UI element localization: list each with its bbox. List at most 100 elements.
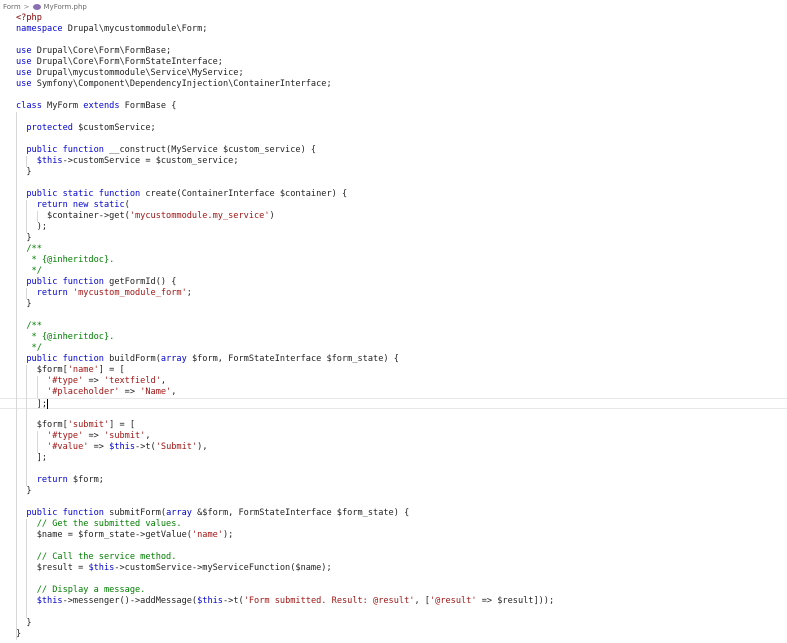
code-line[interactable]: use Drupal\mycustommodule\Service\MyServ…: [0, 68, 787, 79]
code-line[interactable]: return 'mycustom_module_form';: [0, 288, 787, 299]
code-line[interactable]: [0, 35, 787, 46]
code-line[interactable]: [0, 574, 787, 585]
code-line[interactable]: public function submitForm(array &$form,…: [0, 508, 787, 519]
code-line[interactable]: protected $customService;: [0, 123, 787, 134]
code-line-text: /**: [16, 321, 42, 332]
code-token: 'mycustom_module_form': [72, 288, 187, 298]
php-file-icon: [32, 3, 41, 10]
code-line[interactable]: // Display a message.: [0, 585, 787, 596]
code-line[interactable]: */: [0, 266, 787, 277]
code-line[interactable]: }: [0, 629, 787, 640]
code-token: =>: [83, 376, 104, 386]
code-token: 'name': [67, 365, 99, 375]
code-line[interactable]: );: [0, 222, 787, 233]
code-line[interactable]: }: [0, 299, 787, 310]
code-line[interactable]: // Call the service method.: [0, 552, 787, 563]
code-line[interactable]: public function getFormId() {: [0, 277, 787, 288]
code-line-text: <?php: [16, 13, 42, 24]
code-token: 'submit': [67, 420, 110, 430]
code-line[interactable]: }: [0, 167, 787, 178]
code-token: (: [124, 200, 130, 210]
code-token: ->t(: [135, 442, 156, 452]
code-line[interactable]: return new static(: [0, 200, 787, 211]
code-line[interactable]: use Drupal\Core\Form\FormBase;: [0, 46, 787, 57]
breadcrumb-file[interactable]: MyForm.php: [44, 3, 87, 11]
code-line[interactable]: '#value' => $this->t('Submit'),: [0, 442, 787, 453]
code-line[interactable]: /**: [0, 321, 787, 332]
code-line[interactable]: // Get the submitted values.: [0, 519, 787, 530]
code-line-text: }: [16, 618, 32, 629]
code-line[interactable]: $container->get('mycustommodule.my_servi…: [0, 211, 787, 222]
code-line[interactable]: $this->customService = $custom_service;: [0, 156, 787, 167]
code-line[interactable]: ];: [0, 453, 787, 464]
indent-guide: [26, 288, 28, 299]
code-token: '#placeholder': [47, 387, 120, 397]
code-token: ): [269, 211, 275, 221]
code-line[interactable]: [0, 112, 787, 123]
code-line[interactable]: ];: [0, 398, 787, 410]
code-line[interactable]: use Drupal\Core\Form\FormStateInterface;: [0, 57, 787, 68]
code-token: FormBase {: [119, 101, 177, 111]
code-line[interactable]: use Symfony\Component\DependencyInjectio…: [0, 79, 787, 90]
code-line[interactable]: [0, 541, 787, 552]
code-line[interactable]: }: [0, 233, 787, 244]
code-token: * {@inheritdoc}.: [16, 255, 115, 265]
code-line-text: public function getFormId() {: [16, 277, 176, 288]
code-line[interactable]: class MyForm extends FormBase {: [0, 101, 787, 112]
code-line[interactable]: [0, 134, 787, 145]
code-line[interactable]: $name = $form_state->getValue('name');: [0, 530, 787, 541]
code-line-text: $name = $form_state->getValue('name');: [16, 530, 234, 541]
code-line[interactable]: <?php: [0, 13, 787, 24]
breadcrumb-folder[interactable]: Form: [0, 3, 21, 11]
code-line[interactable]: $form['name'] = [: [0, 365, 787, 376]
code-line[interactable]: [0, 310, 787, 321]
code-line[interactable]: [0, 178, 787, 189]
code-line[interactable]: [0, 607, 787, 618]
code-line[interactable]: $form['submit'] = [: [0, 420, 787, 431]
indent-guide: [26, 519, 28, 618]
code-line[interactable]: public static function create(ContainerI…: [0, 189, 787, 200]
code-line-text: * {@inheritdoc}.: [16, 255, 115, 266]
code-token: use: [16, 46, 32, 56]
code-line[interactable]: [0, 497, 787, 508]
code-line[interactable]: '#placeholder' => 'Name',: [0, 387, 787, 398]
code-token: ,: [145, 431, 151, 441]
code-line[interactable]: namespace Drupal\mycustommodule\Form;: [0, 24, 787, 35]
code-token: }: [16, 233, 32, 243]
code-token: ->t(: [222, 596, 244, 606]
code-line[interactable]: */: [0, 343, 787, 354]
code-line[interactable]: $this->messenger()->addMessage($this->t(…: [0, 596, 787, 607]
text-cursor: [47, 399, 49, 409]
code-line[interactable]: public function __construct(MyService $c…: [0, 145, 787, 156]
code-line[interactable]: return $form;: [0, 475, 787, 486]
code-line[interactable]: '#type' => 'textfield',: [0, 376, 787, 387]
code-line[interactable]: [0, 90, 787, 101]
code-line-text: $this->messenger()->addMessage($this->t(…: [16, 596, 554, 607]
code-line-text: use Drupal\Core\Form\FormBase;: [16, 46, 171, 57]
code-line[interactable]: }: [0, 618, 787, 629]
code-line[interactable]: $result = $this->customService->myServic…: [0, 563, 787, 574]
code-editor[interactable]: <?php namespace Drupal\mycustommodule\For…: [0, 13, 787, 643]
code-token: $form[: [16, 420, 68, 430]
code-line[interactable]: * {@inheritdoc}.: [0, 332, 787, 343]
code-token: public function: [16, 145, 104, 155]
code-token: ->messenger()->addMessage(: [62, 596, 198, 606]
code-line[interactable]: }: [0, 486, 787, 497]
code-line-text: // Get the submitted values.: [16, 519, 182, 530]
code-token: =>: [119, 387, 141, 397]
code-line[interactable]: * {@inheritdoc}.: [0, 255, 787, 266]
code-token: ] = [: [109, 420, 136, 430]
code-line[interactable]: /**: [0, 244, 787, 255]
code-token: &$form, FormStateInterface $form_state) …: [191, 508, 410, 518]
code-token: MyForm: [41, 101, 84, 111]
code-line[interactable]: [0, 464, 787, 475]
code-line[interactable]: [0, 409, 787, 420]
code-token: extends: [83, 101, 120, 111]
breadcrumb: Form > MyForm.php: [0, 0, 787, 13]
code-line[interactable]: '#type' => 'submit',: [0, 431, 787, 442]
code-line-text: // Display a message.: [16, 585, 146, 596]
code-token: );: [222, 530, 234, 540]
code-token: use: [16, 68, 32, 78]
code-token: }: [16, 618, 32, 628]
code-line[interactable]: public function buildForm(array $form, F…: [0, 354, 787, 365]
